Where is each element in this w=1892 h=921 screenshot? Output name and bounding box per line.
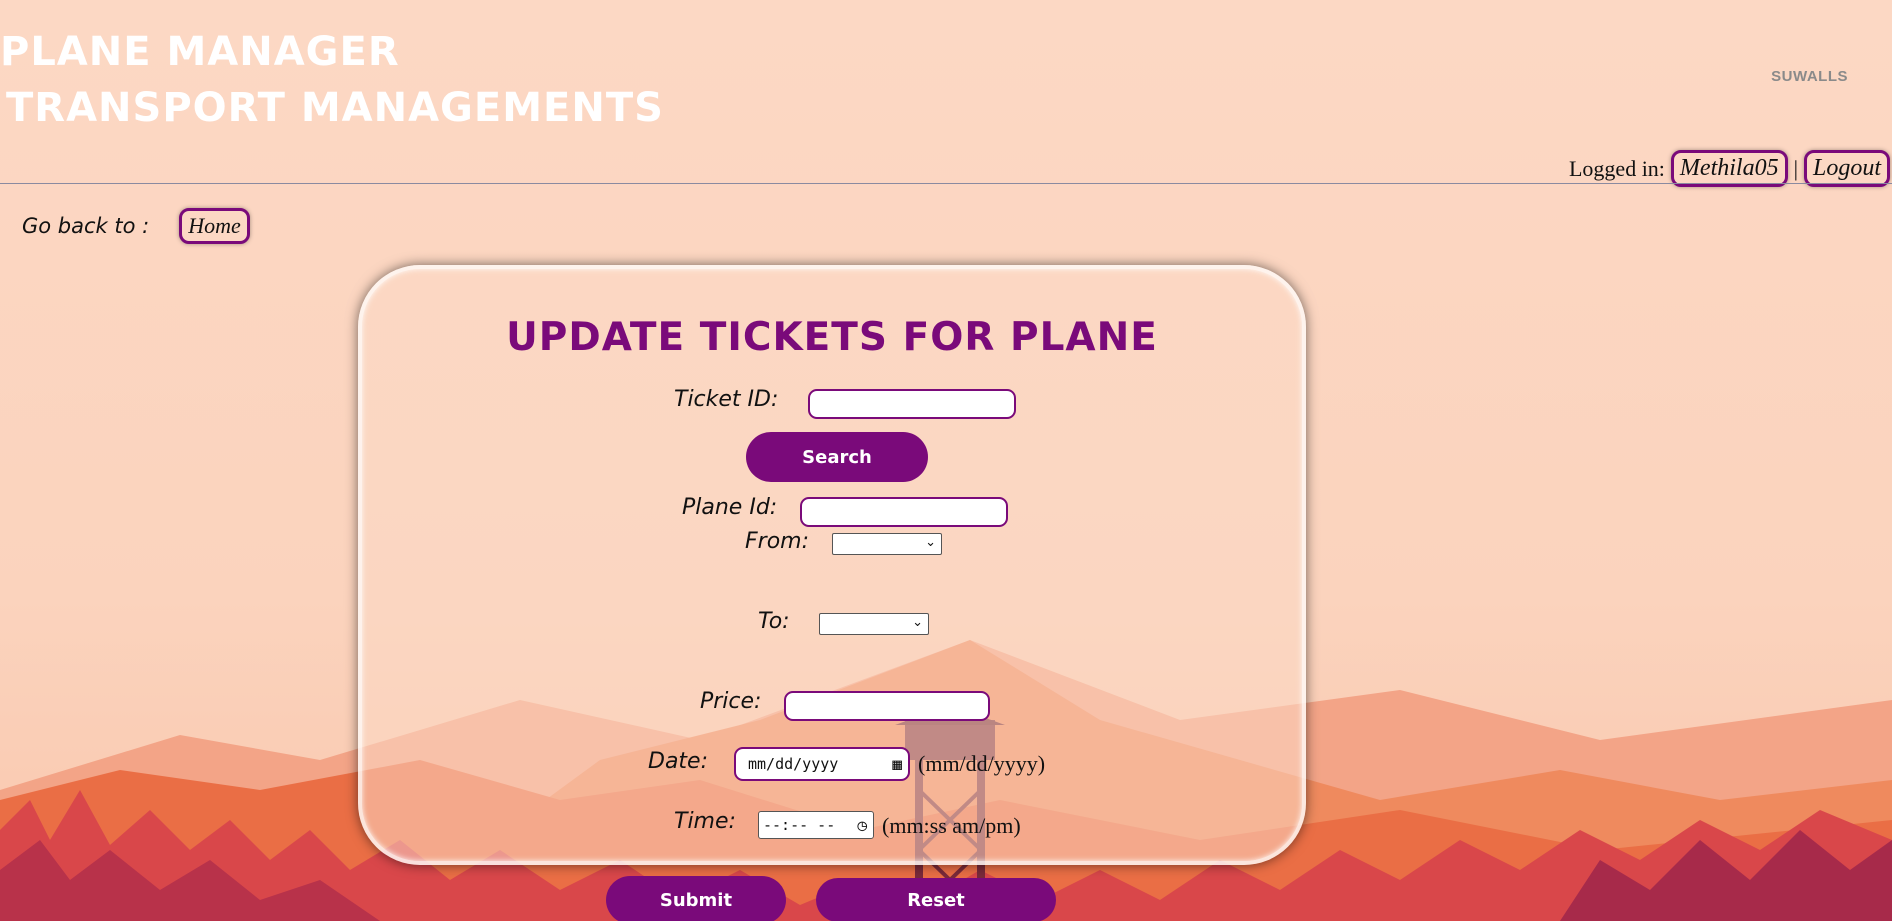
username-link[interactable]: Methila05 xyxy=(1670,150,1788,187)
site-title-line2: TRANSPORT MANAGEMENTS xyxy=(6,85,664,131)
submit-button[interactable]: Submit xyxy=(606,876,786,921)
time-input[interactable]: --:-- -- ◷ xyxy=(758,811,874,839)
price-label: Price: xyxy=(700,689,762,714)
login-status-bar: Logged in: Methila05 | Logout xyxy=(1569,150,1890,187)
date-label: Date: xyxy=(648,749,708,774)
login-separator: | xyxy=(1793,155,1798,181)
ticket-id-input[interactable] xyxy=(808,389,1016,419)
ticket-id-label: Ticket ID: xyxy=(674,387,779,412)
to-select[interactable]: ⌄ xyxy=(819,613,929,635)
time-label: Time: xyxy=(674,809,736,834)
from-label: From: xyxy=(745,529,810,554)
go-back-label: Go back to : xyxy=(22,214,150,238)
calendar-icon[interactable]: ▦ xyxy=(892,755,902,774)
form-title: UPDATE TICKETS FOR PLANE xyxy=(506,315,1158,360)
site-title-line1: PLANE MANAGER xyxy=(0,29,400,75)
clock-icon[interactable]: ◷ xyxy=(857,816,867,835)
search-button[interactable]: Search xyxy=(746,432,928,482)
time-placeholder: --:-- -- xyxy=(763,816,836,834)
from-select[interactable]: ⌄ xyxy=(832,533,942,555)
time-format-hint: (mm:ss am/pm) xyxy=(882,813,1021,838)
update-ticket-form: UPDATE TICKETS FOR PLANE Ticket ID: Sear… xyxy=(358,265,1306,865)
breadcrumb: Go back to : Home xyxy=(22,208,250,244)
plane-id-input[interactable] xyxy=(800,497,1008,527)
to-label: To: xyxy=(758,609,790,634)
date-format-hint: (mm/dd/yyyy) xyxy=(918,751,1046,776)
date-input[interactable]: mm/dd/yyyy ▦ xyxy=(734,747,910,781)
logout-button[interactable]: Logout xyxy=(1803,150,1890,187)
brand-watermark: SUWALLS xyxy=(1771,68,1848,85)
price-input[interactable] xyxy=(784,691,990,721)
logged-in-label: Logged in: xyxy=(1568,155,1665,181)
date-placeholder: mm/dd/yyyy xyxy=(748,755,839,773)
plane-id-label: Plane Id: xyxy=(682,495,778,520)
reset-button[interactable]: Reset xyxy=(816,878,1056,921)
site-title: PLANE MANAGER TRANSPORT MANAGEMENTS xyxy=(0,24,664,136)
home-button[interactable]: Home xyxy=(179,208,250,244)
header-divider xyxy=(0,183,1892,184)
chevron-down-icon: ⌄ xyxy=(912,615,923,630)
chevron-down-icon: ⌄ xyxy=(925,535,936,550)
